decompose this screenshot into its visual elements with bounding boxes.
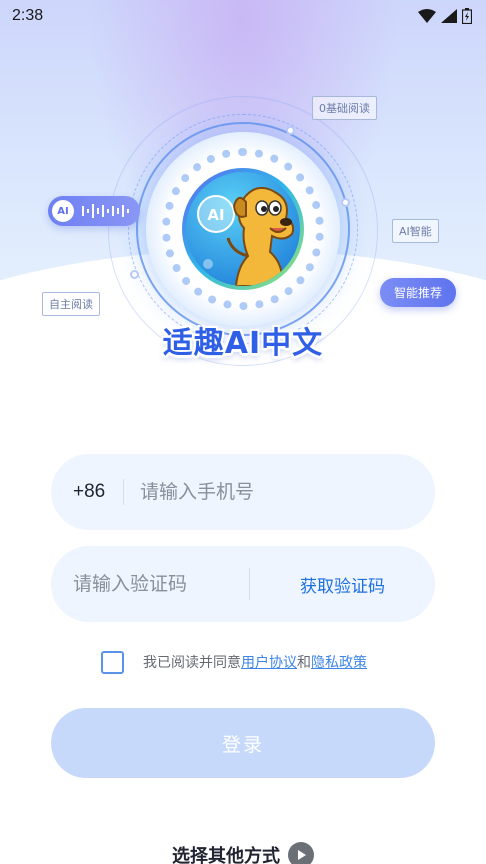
ai-voice-badge: AI [48,196,140,226]
ai-badge-icon: AI [52,200,74,222]
soundwave-icon [82,204,129,218]
agreement-row: 我已阅读并同意用户协议和隐私政策 [101,650,367,674]
agreement-prefix: 我已阅读并同意 [143,655,241,671]
app-logo-text: 适趣AI中文 [162,326,324,361]
code-field: 获取验证码 [51,546,435,622]
avatar-ai-label: AI [207,206,224,224]
signal-icon [441,9,457,23]
agreement-checkbox[interactable] [101,650,124,674]
agreement-text: 我已阅读并同意用户协议和隐私政策 [143,652,367,672]
wifi-icon [418,9,436,23]
status-bar: 2:38 [0,0,486,32]
hero-banner: AI 0基础阅读 AI智能 自主阅读 智能推荐 AI 适趣AI中文 [0,0,486,410]
privacy-policy-link[interactable]: 隐私政策 [311,655,367,671]
status-time: 2:38 [12,7,44,24]
login-button[interactable]: 登录 [51,708,435,778]
connector-dot [130,270,139,279]
get-code-button[interactable]: 获取验证码 [250,572,435,597]
agreement-and: 和 [297,655,311,671]
verification-code-input[interactable] [73,573,243,595]
status-icons [418,8,472,24]
connector-dot [286,126,295,135]
tag-ai-smart: AI智能 [392,219,439,243]
play-icon[interactable] [288,842,314,864]
country-code[interactable]: +86 [73,481,121,503]
battery-icon [462,8,472,24]
user-agreement-link[interactable]: 用户协议 [241,655,297,671]
phone-input[interactable] [140,481,410,503]
mascot-dog-icon: AI [197,187,295,286]
connector-dot [341,198,350,207]
tag-zero-base-reading: 0基础阅读 [312,96,377,120]
field-divider [123,479,124,505]
tag-smart-recommend: 智能推荐 [380,278,457,307]
other-methods-label[interactable]: 选择其他方式 [172,842,280,864]
mascot-image: AI [186,172,300,286]
mascot-avatar: AI [182,168,304,290]
tag-self-reading: 自主阅读 [42,292,100,316]
phone-field: +86 [51,454,435,530]
other-login-methods[interactable]: 选择其他方式 [0,842,486,864]
